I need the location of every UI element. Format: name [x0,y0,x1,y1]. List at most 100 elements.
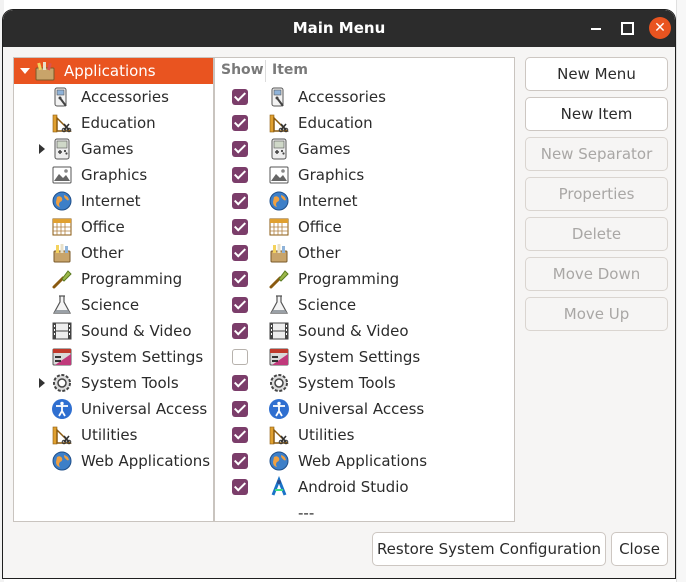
show-checkbox[interactable] [232,479,248,495]
delete-button[interactable]: Delete [525,217,668,251]
expander-down-icon[interactable] [20,66,30,76]
restore-system-configuration-button[interactable]: Restore System Configuration [372,532,606,566]
universal-access-icon [51,398,73,420]
minimize-button[interactable] [585,17,607,39]
tree-item-graphics[interactable]: Graphics [14,162,213,188]
maximize-button[interactable] [616,17,638,39]
show-checkbox[interactable] [232,401,248,417]
tree-item-label: System Tools [81,374,179,392]
android-studio-icon [268,476,290,498]
item-label: Games [298,140,351,158]
item-row[interactable]: Graphics [215,162,514,188]
item-label: Accessories [298,88,386,106]
tree-item-label: Other [81,244,124,262]
move-down-button[interactable]: Move Down [525,257,668,291]
item-row[interactable]: System Tools [215,370,514,396]
background-window-right-edge [676,0,686,582]
tree-item-label: Programming [81,270,183,288]
item-row[interactable]: Education [215,110,514,136]
tree-item-system-tools[interactable]: System Tools [14,370,213,396]
item-row[interactable]: Games [215,136,514,162]
programming-icon [51,268,73,290]
education-icon [268,112,290,134]
show-checkbox[interactable] [232,323,248,339]
item-row[interactable]: Utilities [215,422,514,448]
item-label: Office [298,218,342,236]
tree-item-label: Games [81,140,134,158]
show-checkbox[interactable] [232,167,248,183]
show-checkbox[interactable] [232,271,248,287]
tree-item-universal-access[interactable]: Universal Access [14,396,213,422]
item-row[interactable]: Programming [215,266,514,292]
main-menu-window: Main Menu ✕ Applications Accessories Educ… [3,10,675,578]
item-row[interactable]: Sound & Video [215,318,514,344]
properties-button[interactable]: Properties [525,177,668,211]
tree-item-label: Utilities [81,426,138,444]
tree-item-label: Universal Access [81,400,208,418]
tree-item-science[interactable]: Science [14,292,213,318]
tree-item-office[interactable]: Office [14,214,213,240]
item-row[interactable]: System Settings [215,344,514,370]
new-item-button[interactable]: New Item [525,97,668,131]
column-header-show[interactable]: Show [221,62,264,78]
tree-item-utilities[interactable]: Utilities [14,422,213,448]
show-checkbox[interactable] [232,141,248,157]
show-checkbox[interactable] [232,115,248,131]
show-checkbox[interactable] [232,349,248,365]
tree-item-label: Science [81,296,140,314]
menu-tree[interactable]: Applications Accessories Education Games Gr… [13,57,214,522]
show-checkbox[interactable] [232,427,248,443]
show-checkbox[interactable] [232,453,248,469]
item-row[interactable]: Web Applications [215,448,514,474]
item-row[interactable]: Science [215,292,514,318]
item-row[interactable]: Other [215,240,514,266]
item-label: System Settings [298,348,421,366]
show-checkbox[interactable] [232,219,248,235]
tree-item-other[interactable]: Other [14,240,213,266]
tree-item-education[interactable]: Education [14,110,213,136]
item-label: Programming [298,270,400,288]
expander-right-icon[interactable] [37,144,47,154]
tree-item-accessories[interactable]: Accessories [14,84,213,110]
move-up-button[interactable]: Move Up [525,297,668,331]
sound-video-icon [51,320,73,342]
show-checkbox[interactable] [232,193,248,209]
item-row[interactable]: --- [215,500,514,526]
games-icon [51,138,73,160]
tree-item-sound-video[interactable]: Sound & Video [14,318,213,344]
internet-icon [51,190,73,212]
titlebar[interactable]: Main Menu ✕ [3,10,675,47]
tree-item-label: Accessories [81,88,169,106]
column-header-item[interactable]: Item [272,62,308,78]
tree-item-programming[interactable]: Programming [14,266,213,292]
show-checkbox[interactable] [232,245,248,261]
item-row[interactable]: Office [215,214,514,240]
graphics-icon [51,164,73,186]
tree-item-web-applications[interactable]: Web Applications [14,448,213,474]
expander-right-icon[interactable] [37,378,47,388]
items-list[interactable]: Show Item Accessories Education Games Graph… [214,57,515,522]
tree-item-internet[interactable]: Internet [14,188,213,214]
item-row[interactable]: Android Studio [215,474,514,500]
tree-item-label: Sound & Video [81,322,192,340]
sound-video-icon [268,320,290,342]
tree-item-games[interactable]: Games [14,136,213,162]
tree-item-applications[interactable]: Applications [14,58,213,84]
show-checkbox[interactable] [232,297,248,313]
office-icon [51,216,73,238]
tree-item-system-settings[interactable]: System Settings [14,344,213,370]
item-row[interactable]: Universal Access [215,396,514,422]
accessories-icon [268,86,290,108]
show-checkbox[interactable] [232,89,248,105]
system-settings-icon [268,346,290,368]
new-separator-button[interactable]: New Separator [525,137,668,171]
other-icon [51,242,73,264]
accessories-icon [51,86,73,108]
close-button[interactable]: Close [611,532,668,566]
item-row[interactable]: Accessories [215,84,514,110]
new-menu-button[interactable]: New Menu [525,57,668,91]
science-icon [51,294,73,316]
item-row[interactable]: Internet [215,188,514,214]
show-checkbox[interactable] [232,375,248,391]
close-window-button[interactable]: ✕ [649,17,671,39]
